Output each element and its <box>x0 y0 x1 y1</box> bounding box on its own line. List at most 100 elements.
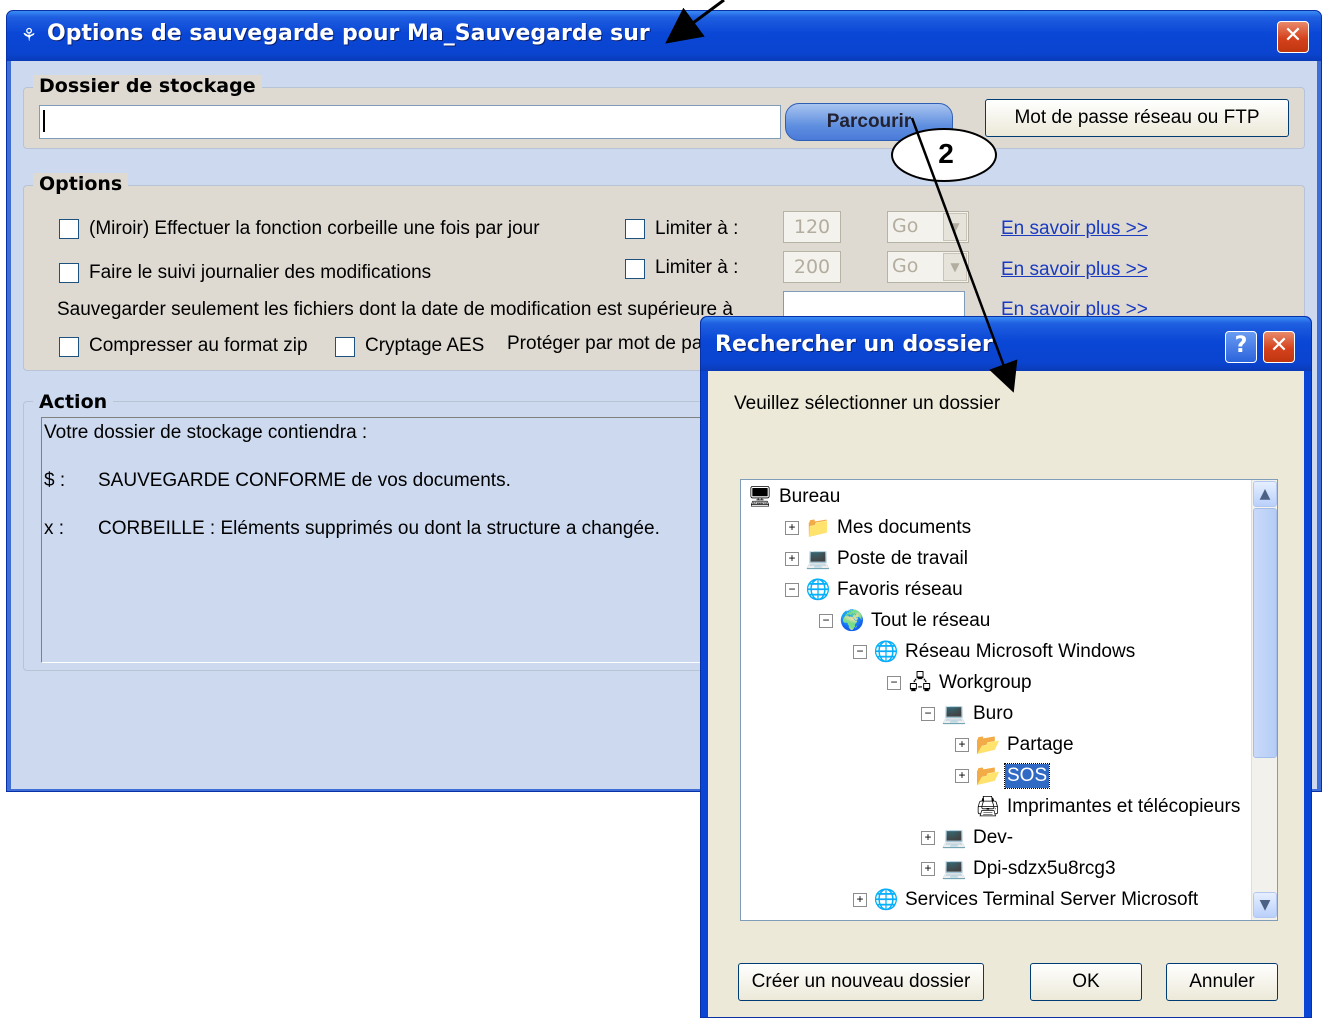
limit2-input[interactable]: 200 <box>783 251 841 283</box>
options-window-title: Options de sauvegarde pour Ma_Sauvegarde… <box>47 21 650 46</box>
tree-node[interactable]: − 💻 Buro <box>741 699 1251 729</box>
tree-node[interactable]: 🖨 Imprimantes et télécopieurs <box>741 792 1251 822</box>
limit1-checkbox[interactable] <box>625 219 645 239</box>
tree-node-label: Workgroup <box>939 672 1032 693</box>
learn-more-link-1[interactable]: En savoir plus >> <box>1001 218 1148 240</box>
limit1-unit-value: Go <box>892 215 919 237</box>
globe-icon: 🌍 <box>839 610 865 632</box>
tree-scrollbar[interactable]: ▲ ▼ <box>1251 480 1277 920</box>
tree-node-label: Mes documents <box>837 517 972 538</box>
expand-icon[interactable]: + <box>921 862 935 876</box>
printer-icon: 🖨 <box>975 796 1001 818</box>
chevron-down-icon[interactable]: ▼ <box>943 213 967 241</box>
expand-icon[interactable]: + <box>955 738 969 752</box>
tree-node[interactable]: + 💻 Poste de travail <box>741 544 1251 574</box>
action-group-label: Action <box>33 391 114 413</box>
expand-icon[interactable]: + <box>955 769 969 783</box>
windows-network-icon: 🌐 <box>873 641 899 663</box>
password-protect-label: Protéger par mot de pa <box>507 333 703 354</box>
scroll-down-icon[interactable]: ▼ <box>1253 892 1277 918</box>
tree-node-label: Tout le réseau <box>871 610 991 631</box>
tree-node-label: Bureau <box>779 486 841 507</box>
tree-node[interactable]: + 📁 Mes documents <box>741 513 1251 543</box>
limit1-label: Limiter à : <box>655 218 739 239</box>
browse-folder-dialog: Rechercher un dossier ? ✕ Veuillez sélec… <box>700 316 1312 1018</box>
journal-label: Faire le suivi journalier des modificati… <box>89 262 432 283</box>
dialog-prompt: Veuillez sélectionner un dossier <box>734 393 1001 414</box>
tree-node[interactable]: + 💻 Dpi-sdzx5u8rcg3 <box>741 854 1251 884</box>
desktop-icon: 🖥 <box>747 486 773 508</box>
aes-checkbox[interactable] <box>335 337 355 357</box>
zip-checkbox[interactable] <box>59 337 79 357</box>
limit2-checkbox[interactable] <box>625 259 645 279</box>
tree-node-label: SOS <box>1003 763 1051 789</box>
learn-more-link-2[interactable]: En savoir plus >> <box>1001 259 1148 281</box>
action-line-3-text: CORBEILLE : Eléments supprimés ou dont l… <box>98 518 660 539</box>
new-folder-button[interactable]: Créer un nouveau dossier <box>738 963 984 1001</box>
action-line-3-key: x : <box>44 518 65 539</box>
aes-label: Cryptage AES <box>365 335 485 356</box>
tree-node-label: Services Terminal Server Microsoft <box>905 889 1199 910</box>
computer-icon: 💻 <box>941 858 967 880</box>
expand-icon[interactable]: + <box>785 552 799 566</box>
text-caret <box>43 110 45 132</box>
shared-folder-icon: 📂 <box>975 734 1001 756</box>
scroll-up-icon[interactable]: ▲ <box>1253 481 1277 507</box>
tree-node[interactable]: + 📂 SOS <box>741 761 1251 791</box>
ok-button[interactable]: OK <box>1030 963 1142 1001</box>
tree-node-label: Poste de travail <box>837 548 968 569</box>
scroll-thumb[interactable] <box>1253 508 1277 758</box>
expand-icon[interactable]: + <box>853 893 867 907</box>
zip-label: Compresser au format zip <box>89 335 308 356</box>
options-title-bar[interactable]: ⚘ Options de sauvegarde pour Ma_Sauvegar… <box>7 11 1321 61</box>
chevron-down-icon[interactable]: ▼ <box>943 253 967 281</box>
action-line-1: Votre dossier de stockage contiendra : <box>44 422 368 443</box>
storage-path-input[interactable] <box>39 105 781 139</box>
dialog-close-button[interactable]: ✕ <box>1263 331 1295 363</box>
date-filter-label: Sauvegarder seulement les fichiers dont … <box>57 299 733 320</box>
computer-icon: 💻 <box>941 703 967 725</box>
action-description-box: Votre dossier de stockage contiendra : $… <box>41 417 731 663</box>
limit2-unit-value: Go <box>892 255 919 277</box>
options-group-label: Options <box>33 173 129 195</box>
computer-icon: 💻 <box>805 548 831 570</box>
limit1-input[interactable]: 120 <box>783 211 841 243</box>
tree-node[interactable]: − 🌐 Favoris réseau <box>741 575 1251 605</box>
limit2-unit-select[interactable]: Go ▼ <box>887 251 969 283</box>
expand-icon[interactable]: + <box>921 831 935 845</box>
action-line-2-text: SAUVEGARDE CONFORME de vos documents. <box>98 470 511 491</box>
dialog-client-area: Veuillez sélectionner un dossier 🖥 Bureau… <box>708 371 1304 1017</box>
tree-node-label: Partage <box>1007 734 1074 755</box>
tree-node-label: Buro <box>973 703 1014 724</box>
tree-node-label: Réseau Microsoft Windows <box>905 641 1136 662</box>
tree-node[interactable]: − 🖧 Workgroup <box>741 668 1251 698</box>
annotation-callout-number: 2 <box>938 138 954 169</box>
collapse-icon[interactable]: − <box>853 645 867 659</box>
cancel-button[interactable]: Annuler <box>1166 963 1278 1001</box>
limit1-unit-select[interactable]: Go ▼ <box>887 211 969 243</box>
app-icon: ⚘ <box>20 25 38 46</box>
tree-node[interactable]: − 🌍 Tout le réseau <box>741 606 1251 636</box>
help-button[interactable]: ? <box>1225 331 1257 363</box>
network-password-button[interactable]: Mot de passe réseau ou FTP <box>985 99 1289 137</box>
tree-node[interactable]: 🖥 Bureau <box>741 482 1251 512</box>
folder-tree[interactable]: 🖥 Bureau + 📁 Mes documents + 💻 Poste de travail… <box>740 479 1278 921</box>
collapse-icon[interactable]: − <box>887 676 901 690</box>
collapse-icon[interactable]: − <box>785 583 799 597</box>
tree-node[interactable]: + 🌐 Services Terminal Server Microsoft <box>741 885 1251 915</box>
dialog-title-bar[interactable]: Rechercher un dossier ? ✕ <box>701 317 1311 371</box>
tree-node[interactable]: + 💻 Dev- <box>741 823 1251 853</box>
tree-node-label: Dev- <box>973 827 1014 848</box>
tree-node[interactable]: + 📂 Partage <box>741 730 1251 760</box>
tree-node[interactable]: − 🌐 Réseau Microsoft Windows <box>741 637 1251 667</box>
collapse-icon[interactable]: − <box>921 707 935 721</box>
mirror-checkbox[interactable] <box>59 219 79 239</box>
journal-checkbox[interactable] <box>59 263 79 283</box>
close-button[interactable]: ✕ <box>1277 21 1309 53</box>
collapse-icon[interactable]: − <box>819 614 833 628</box>
action-line-2-key: $ : <box>44 470 66 491</box>
expand-icon[interactable]: + <box>785 521 799 535</box>
workgroup-icon: 🖧 <box>908 672 932 694</box>
dialog-title: Rechercher un dossier <box>715 332 993 357</box>
mirror-label: (Miroir) Effectuer la fonction corbeille… <box>89 218 540 239</box>
